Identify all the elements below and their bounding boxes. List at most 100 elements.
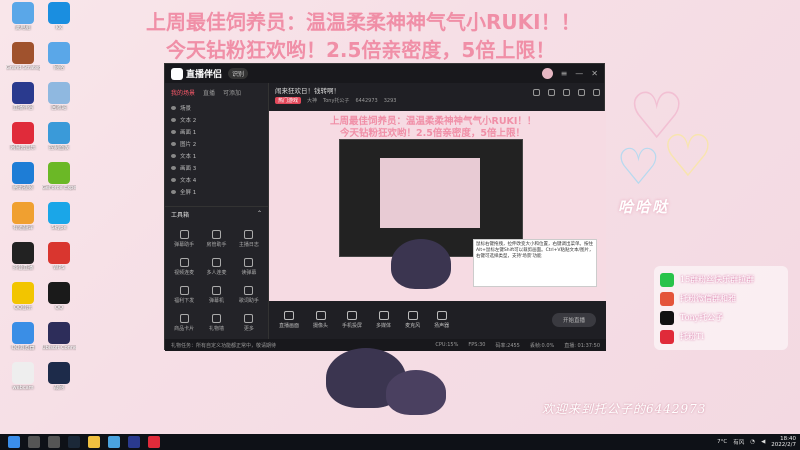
desktop-icon[interactable]: GeForce Experience — [42, 162, 76, 191]
desktop-icon[interactable]: 抖音直播 — [6, 242, 40, 271]
task-view-icon[interactable] — [48, 436, 60, 448]
screenshot-icon[interactable] — [578, 89, 585, 96]
eye-icon[interactable] — [171, 166, 176, 170]
social-text: Tony托公子 — [680, 313, 724, 322]
room-info-bar: 闹来狂欢日！钱转啊！ 热门游戏 大神 Tony托公子 6442973 3293 — [269, 83, 606, 107]
social-row: 15群粉丝快乐群拉群 — [660, 270, 782, 289]
desktop-icon[interactable]: 网易云音乐 — [6, 122, 40, 151]
desktop-icon[interactable]: 网络 — [42, 42, 76, 71]
menu-icon[interactable]: ≡ — [561, 69, 568, 78]
tool-button[interactable]: 商品卡片 — [169, 310, 199, 336]
desktop-icon[interactable]: 直播伴侣 — [6, 82, 40, 111]
explorer-icon[interactable] — [88, 436, 100, 448]
app-titlebar[interactable]: 直播伴侣 识别 ≡ — ✕ — [165, 64, 604, 83]
tool-button[interactable]: 房管助手 — [201, 226, 231, 252]
windows-start-icon[interactable] — [8, 436, 20, 448]
tool-button[interactable]: 弹幕机 — [201, 282, 231, 308]
eye-icon[interactable] — [171, 106, 176, 110]
control-button[interactable]: 直播画面 — [279, 311, 299, 329]
scene-item[interactable]: 场景 — [165, 102, 268, 114]
tab-live[interactable]: 直播 — [203, 88, 215, 97]
eye-icon[interactable] — [171, 130, 176, 134]
desktop-icon[interactable]: QQ — [42, 282, 76, 311]
scene-item[interactable]: 画面 3 — [165, 162, 268, 174]
eye-icon[interactable] — [171, 118, 176, 122]
music-icon[interactable] — [148, 436, 160, 448]
eye-icon[interactable] — [171, 178, 176, 182]
tool-button[interactable]: 读弹幕 — [234, 254, 264, 280]
clock[interactable]: 18:40 2022/2/7 — [771, 436, 796, 448]
chrome-icon[interactable] — [108, 436, 120, 448]
desktop-icon[interactable]: 腾讯视频 — [6, 162, 40, 191]
volume-icon[interactable]: ◀ — [761, 439, 765, 445]
control-button[interactable]: 手机投屏 — [342, 311, 362, 329]
tool-button[interactable]: 弹幕助手 — [169, 226, 199, 252]
desktop-icon-label: QQ — [55, 305, 63, 311]
desktop-icon[interactable]: 战网 — [42, 362, 76, 391]
eye-icon[interactable] — [171, 190, 176, 194]
desktop-icon[interactable]: 有道翻译 — [6, 202, 40, 231]
tool-button[interactable]: 主播日志 — [234, 226, 264, 252]
desktop-icon[interactable]: Grand Strategy — [6, 42, 40, 71]
tab-my-scenes[interactable]: 我的场景 — [171, 88, 195, 97]
wifi-icon[interactable]: ◔ — [750, 439, 755, 445]
control-button[interactable]: 麦克风 — [405, 311, 420, 329]
close-icon[interactable]: ✕ — [591, 69, 598, 78]
desktop-icon[interactable]: QQ浏览器 — [6, 322, 40, 351]
desktop-icon[interactable]: KK — [42, 2, 76, 31]
tool-button[interactable]: 视频连麦 — [169, 254, 199, 280]
desktop-icon[interactable]: Ubisoft Connect — [42, 322, 76, 351]
scene-item[interactable]: 文本 1 — [165, 150, 268, 162]
live-preview[interactable]: 上周最佳饲养员：温温柔柔神神气气小RUKI！！ 今天钻粉狂欢哟！2.5倍亲密度，… — [269, 111, 606, 305]
tiktok-icon — [660, 310, 674, 325]
desktop-icon[interactable]: 控制面板 — [42, 122, 76, 151]
steam-icon[interactable] — [68, 436, 80, 448]
desktop-icon[interactable]: 此电脑 — [6, 2, 40, 31]
tool-button[interactable]: 更多 — [234, 310, 264, 336]
avatar[interactable] — [541, 68, 553, 79]
desktop-icon[interactable]: WPS — [42, 242, 76, 271]
desktop-icon[interactable]: QQ音乐 — [6, 282, 40, 311]
scene-item[interactable]: 文本 4 — [165, 174, 268, 186]
lock-icon[interactable] — [548, 89, 555, 96]
tool-button[interactable]: 歌词助手 — [234, 282, 264, 308]
desktop-icon[interactable]: Skype — [42, 202, 76, 231]
settings-icon[interactable] — [563, 89, 570, 96]
share-icon[interactable] — [593, 89, 600, 96]
start-live-button[interactable]: 开始直播 — [552, 313, 596, 327]
eye-icon[interactable] — [171, 154, 176, 158]
weather-temp[interactable]: 7°C — [717, 439, 727, 445]
minimize-icon[interactable]: — — [575, 69, 583, 78]
control-button[interactable]: 扬声器 — [434, 311, 449, 329]
scene-item[interactable]: 全屏 1 — [165, 186, 268, 198]
stat-item: 直播: 01:37:50 — [564, 342, 600, 349]
weather-desc: 有风 — [733, 440, 745, 446]
scene-item-label: 文本 4 — [180, 178, 197, 184]
tab-addable[interactable]: 可添加 — [223, 88, 241, 97]
webcam-icon — [12, 362, 34, 384]
desktop-icon[interactable]: webcam — [6, 362, 40, 391]
tool-label: 礼物墙 — [208, 326, 224, 332]
scene-item[interactable]: 图片 2 — [165, 138, 268, 150]
tool-icon — [211, 314, 221, 323]
tool-button[interactable]: 多人连麦 — [201, 254, 231, 280]
tool-button[interactable]: 福利下发 — [169, 282, 199, 308]
control-button[interactable]: 摄像头 — [313, 311, 328, 329]
desktop-icon-label: Ubisoft Connect — [42, 345, 76, 351]
control-button[interactable]: 多媒体 — [376, 311, 391, 329]
preview-tooltip: 鼠标右键拖拽，拉伸改变大小和位置，右键调出菜单。按住Alt+鼠标左键Shift可… — [473, 239, 597, 287]
eye-icon[interactable] — [171, 142, 176, 146]
app-badge[interactable]: 识别 — [228, 68, 249, 79]
collapse-icon[interactable]: ⌃ — [257, 210, 262, 219]
search-icon[interactable] — [28, 436, 40, 448]
tool-button[interactable]: 礼物墙 — [201, 310, 231, 336]
scene-item[interactable]: 画面 1 — [165, 126, 268, 138]
stream-companion-icon[interactable] — [128, 436, 140, 448]
stream-companion-window[interactable]: 直播伴侣 识别 ≡ — ✕ 我的场景 直播 可添加 场景 文本 2 画面 1 图片 2… — [164, 63, 606, 351]
kk-app-icon — [48, 2, 70, 24]
desktop-icon[interactable]: 回收站 — [42, 82, 76, 111]
scene-item[interactable]: 文本 2 — [165, 114, 268, 126]
camera-icon[interactable] — [533, 89, 540, 96]
control-label: 摄像头 — [313, 323, 329, 329]
social-text: 15群粉丝快乐群拉群 — [680, 275, 755, 284]
